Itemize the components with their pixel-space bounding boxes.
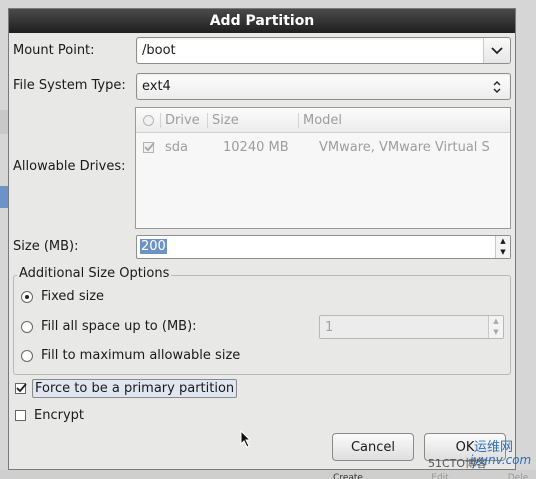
cell-model: VMware, VMware Virtual S [319,139,490,155]
mount-point-value: /boot [142,43,176,58]
fs-type-select[interactable]: ext4 [136,73,511,100]
size-spin-arrows[interactable]: ▲ ▼ [495,236,510,258]
background-edit-button[interactable]: Edit [420,470,460,479]
fill-upto-radio[interactable]: Fill all space up to (MB): [21,319,197,334]
mount-point-dropdown-button[interactable] [483,38,510,63]
drives-table-header: Drive Size Model [136,108,510,133]
size-spinbox[interactable]: 200 ▲ ▼ [136,235,511,259]
primary-partition-label: Force to be a primary partition [32,379,238,398]
encrypt-checkbox[interactable]: Encrypt [15,408,84,423]
cell-drive: sda [165,139,188,155]
mount-point-label: Mount Point: [13,43,95,58]
background-window-strip [0,110,8,134]
encrypt-checkbox-box[interactable] [15,410,26,421]
col-size[interactable]: Size [207,112,298,128]
fill-max-label: Fill to maximum allowable size [41,348,241,363]
encrypt-label: Encrypt [34,408,84,423]
fill-max-radio[interactable]: Fill to maximum allowable size [21,348,240,363]
additional-size-title: Additional Size Options [17,266,172,281]
background-selected-row [0,186,8,208]
cancel-button[interactable]: Cancel [332,433,414,461]
fill-upto-spinbox[interactable]: 1 ▲ ▼ [319,315,504,339]
checkmark-icon [143,141,155,151]
background-button-bar: Create Edit Dele [0,470,536,479]
fill-upto-value: 1 [325,320,334,335]
size-value: 200 [140,239,167,254]
fixed-size-label: Fixed size [41,289,105,304]
mount-point-combo[interactable]: /boot [136,37,511,64]
header-checkbox[interactable] [136,113,160,128]
radio-fill-upto[interactable] [21,320,33,333]
primary-checkbox-box[interactable] [15,383,27,394]
size-label: Size (MB): [13,239,79,254]
fs-type-updown-icon [484,74,510,99]
fill-upto-spin-arrows[interactable]: ▲ ▼ [488,316,503,338]
col-drive[interactable]: Drive [160,112,207,128]
radio-fill-max[interactable] [21,349,33,362]
allowable-drives-label: Allowable Drives: [13,159,126,174]
background-create-button[interactable]: Create [308,470,388,479]
dialog-title: Add Partition [9,9,515,33]
fs-type-value: ext4 [142,79,171,94]
mouse-cursor-icon [240,430,252,448]
fixed-size-radio[interactable]: Fixed size [21,289,104,304]
primary-partition-checkbox[interactable]: Force to be a primary partition [15,379,238,398]
cell-size: 10240 MB [223,139,289,155]
radio-fixed[interactable] [21,290,33,303]
watermark-url: iyunv.com [470,453,532,467]
fill-upto-label: Fill all space up to (MB): [41,319,197,334]
chevron-down-icon [491,46,503,54]
table-row[interactable]: sda 10240 MB VMware, VMware Virtual S [136,133,510,161]
fs-type-label: File System Type: [13,78,126,93]
checkmark-icon [16,383,27,393]
col-model[interactable]: Model [298,112,342,128]
row-checkbox[interactable] [136,140,160,155]
background-delete-button[interactable]: Dele [500,470,536,479]
allowable-drives-table[interactable]: Drive Size Model sda 10240 MB VMware, VM… [135,107,511,229]
